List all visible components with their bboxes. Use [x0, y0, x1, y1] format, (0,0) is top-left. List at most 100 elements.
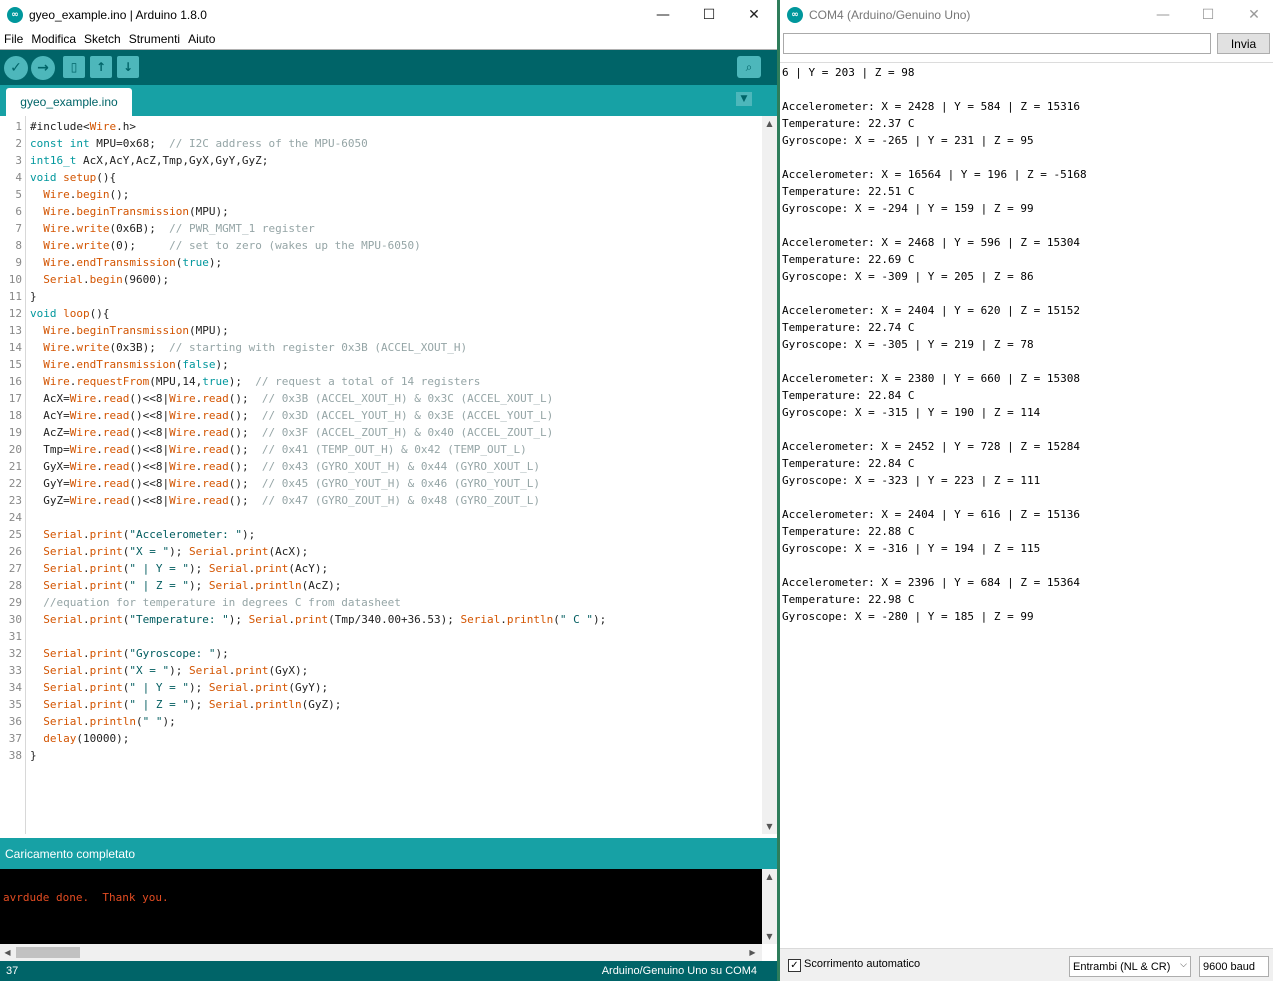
serial-output-line: Gyroscope: X = -265 | Y = 231 | Z = 95	[782, 134, 1034, 147]
code-line[interactable]: 32 Serial.print("Gyroscope: ");	[0, 645, 762, 662]
serial-output[interactable]: 6 | Y = 203 | Z = 98 Accelerometer: X = 2…	[780, 62, 1273, 948]
maximize-icon[interactable]: ☐	[1185, 0, 1231, 29]
new-button[interactable]: ▯	[63, 56, 85, 78]
scroll-down-icon[interactable]: ▼	[762, 819, 777, 834]
code-line[interactable]: 30 Serial.print("Temperature: "); Serial…	[0, 611, 762, 628]
code-line[interactable]: 1 #include<Wire.h>	[0, 118, 762, 135]
console-panel[interactable]: avrdude done. Thank you.	[0, 869, 762, 944]
code-line[interactable]: 25 Serial.print("Accelerometer: ");	[0, 526, 762, 543]
code-line[interactable]: 4 void setup(){	[0, 169, 762, 186]
line-ending-select[interactable]: Entrambi (NL & CR) ⌵	[1069, 956, 1191, 977]
code-text: Serial.println(" ");	[43, 715, 176, 728]
menu-file[interactable]: File	[0, 32, 27, 46]
line-number: 13	[8, 324, 22, 337]
code-line[interactable]: 38}	[0, 747, 762, 764]
code-line[interactable]: 10 Serial.begin(9600);	[0, 271, 762, 288]
code-editor[interactable]: 1 #include<Wire.h> 2 const int MPU=0x68; //…	[0, 116, 762, 834]
code-text: delay(10000);	[43, 732, 130, 745]
code-line[interactable]: 37 delay(10000);	[0, 730, 762, 747]
ide-window-title: gyeo_example.ino | Arduino 1.8.0	[29, 7, 207, 22]
code-line[interactable]: 23 GyZ=Wire.read()<<8|Wire.read(); // 0x…	[0, 492, 762, 509]
code-line[interactable]: 31	[0, 628, 762, 645]
code-line[interactable]: 29 //equation for temperature in degrees…	[0, 594, 762, 611]
autoscroll-checkbox[interactable]: ✓	[788, 959, 801, 972]
line-number: 27	[8, 562, 22, 575]
serial-output-line: Gyroscope: X = -294 | Y = 159 | Z = 99	[782, 202, 1034, 215]
code-line[interactable]: 18 AcY=Wire.read()<<8|Wire.read(); // 0x…	[0, 407, 762, 424]
scroll-left-icon[interactable]: ◀	[0, 945, 15, 960]
tab-menu-button[interactable]: ▼	[736, 92, 752, 106]
serial-monitor-button[interactable]: ⌕	[737, 56, 761, 78]
close-icon[interactable]: ✕	[1231, 0, 1273, 29]
console-horizontal-scrollbar[interactable]: ◀ ▶	[0, 944, 762, 961]
verify-button[interactable]: ✓	[4, 56, 28, 80]
serial-send-input[interactable]	[783, 33, 1211, 54]
line-number: 21	[8, 460, 22, 473]
scroll-up-icon[interactable]: ▲	[762, 869, 777, 884]
code-line[interactable]: 24	[0, 509, 762, 526]
code-text: Serial.print("Accelerometer: ");	[43, 528, 256, 541]
code-line[interactable]: 14 Wire.write(0x3B); // starting with re…	[0, 339, 762, 356]
code-line[interactable]: 36 Serial.println(" ");	[0, 713, 762, 730]
code-line[interactable]: 34 Serial.print(" | Y = "); Serial.print…	[0, 679, 762, 696]
code-text: AcX=Wire.read()<<8|Wire.read(); // 0x3B …	[30, 392, 554, 405]
code-line[interactable]: 27 Serial.print(" | Y = "); Serial.print…	[0, 560, 762, 577]
code-line[interactable]: 5 Wire.begin();	[0, 186, 762, 203]
code-line[interactable]: 26 Serial.print("X = "); Serial.print(Ac…	[0, 543, 762, 560]
code-text: GyZ=Wire.read()<<8|Wire.read(); // 0x47 …	[30, 494, 541, 507]
code-line[interactable]: 2 const int MPU=0x68; // I2C address of t…	[0, 135, 762, 152]
code-line[interactable]: 19 AcZ=Wire.read()<<8|Wire.read(); // 0x…	[0, 424, 762, 441]
minimize-icon[interactable]: —	[1140, 0, 1186, 29]
serial-output-line: 6 | Y = 203 | Z = 98	[782, 66, 915, 79]
baud-select[interactable]: 9600 baud	[1199, 956, 1269, 977]
code-line[interactable]: 28 Serial.print(" | Z = "); Serial.print…	[0, 577, 762, 594]
save-button[interactable]: ↓	[117, 56, 139, 78]
serial-output-line: Gyroscope: X = -305 | Y = 219 | Z = 78	[782, 338, 1034, 351]
scroll-down-icon[interactable]: ▼	[762, 929, 777, 944]
upload-button[interactable]: →	[31, 56, 55, 80]
close-icon[interactable]: ✕	[731, 0, 777, 29]
menu-modifica[interactable]: Modifica	[27, 32, 80, 46]
code-line[interactable]: 3 int16_t AcX,AcY,AcZ,Tmp,GyX,GyY,GyZ;	[0, 152, 762, 169]
code-line[interactable]: 20 Tmp=Wire.read()<<8|Wire.read(); // 0x…	[0, 441, 762, 458]
code-text: Serial.print("X = "); Serial.print(AcX);	[43, 545, 309, 558]
minimize-icon[interactable]: —	[640, 0, 686, 29]
code-line[interactable]: 7 Wire.write(0x6B); // PWR_MGMT_1 regist…	[0, 220, 762, 237]
code-line[interactable]: 17 AcX=Wire.read()<<8|Wire.read(); // 0x…	[0, 390, 762, 407]
code-line[interactable]: 9 Wire.endTransmission(true);	[0, 254, 762, 271]
code-text: Wire.endTransmission(false);	[43, 358, 229, 371]
editor-vertical-scrollbar[interactable]: ▲ ▼	[762, 116, 777, 834]
line-number: 14	[8, 341, 22, 354]
line-number: 12	[8, 307, 22, 320]
tab-sketch[interactable]: gyeo_example.ino	[6, 88, 132, 116]
code-line[interactable]: 13 Wire.beginTransmission(MPU);	[0, 322, 762, 339]
code-line[interactable]: 16 Wire.requestFrom(MPU,14,true); // req…	[0, 373, 762, 390]
menu-aiuto[interactable]: Aiuto	[184, 32, 219, 46]
new-file-icon: ▯	[70, 60, 78, 74]
code-line[interactable]: 22 GyY=Wire.read()<<8|Wire.read(); // 0x…	[0, 475, 762, 492]
open-button[interactable]: ↑	[90, 56, 112, 78]
code-line[interactable]: 35 Serial.print(" | Z = "); Serial.print…	[0, 696, 762, 713]
send-button[interactable]: Invia	[1217, 33, 1270, 54]
serial-output-line: Accelerometer: X = 2428 | Y = 584 | Z = …	[782, 100, 1081, 113]
code-line[interactable]: 21 GyX=Wire.read()<<8|Wire.read(); // 0x…	[0, 458, 762, 475]
line-number: 4	[15, 171, 22, 184]
menu-strumenti[interactable]: Strumenti	[125, 32, 184, 46]
code-line[interactable]: 33 Serial.print("X = "); Serial.print(Gy…	[0, 662, 762, 679]
code-line[interactable]: 11}	[0, 288, 762, 305]
code-line[interactable]: 6 Wire.beginTransmission(MPU);	[0, 203, 762, 220]
code-line[interactable]: 8 Wire.write(0); // set to zero (wakes u…	[0, 237, 762, 254]
menu-sketch[interactable]: Sketch	[80, 32, 125, 46]
code-text: GyX=Wire.read()<<8|Wire.read(); // 0x43 …	[30, 460, 541, 473]
scroll-up-icon[interactable]: ▲	[762, 116, 777, 131]
console-vertical-scrollbar[interactable]: ▲ ▼	[762, 869, 777, 944]
maximize-icon[interactable]: ☐	[686, 0, 732, 29]
menu-bar: File Modifica Sketch Strumenti Aiuto	[0, 29, 777, 49]
code-line[interactable]: 15 Wire.endTransmission(false);	[0, 356, 762, 373]
scrollbar-thumb[interactable]	[16, 947, 80, 958]
serial-output-line: Accelerometer: X = 2404 | Y = 620 | Z = …	[782, 304, 1081, 317]
code-line[interactable]: 12 void loop(){	[0, 305, 762, 322]
line-number: 33	[8, 664, 22, 677]
code-text: Serial.print(" | Z = "); Serial.println(…	[43, 698, 342, 711]
scroll-right-icon[interactable]: ▶	[745, 945, 760, 960]
